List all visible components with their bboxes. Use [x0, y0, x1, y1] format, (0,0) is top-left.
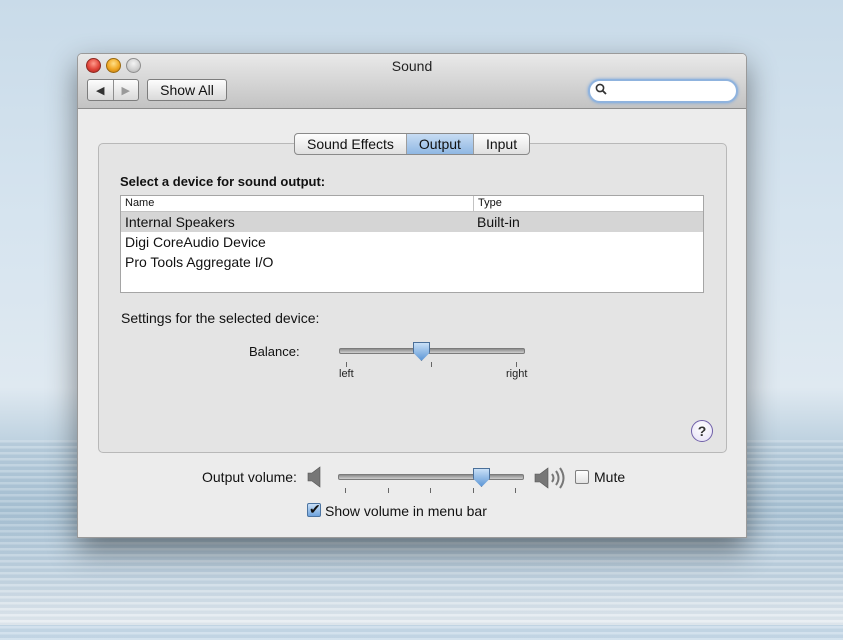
volume-track[interactable]	[338, 474, 524, 480]
balance-tick	[516, 362, 517, 367]
balance-slider[interactable]: left right	[339, 340, 528, 380]
mute-label: Mute	[594, 469, 626, 485]
back-forward-control: ◀ ▶	[87, 79, 139, 101]
checkmark-icon: ✔	[309, 501, 321, 517]
balance-label: Balance:	[249, 344, 300, 359]
volume-tick	[430, 488, 431, 493]
search-input[interactable]	[588, 79, 738, 103]
balance-left-label: left	[339, 368, 354, 380]
mute-checkbox[interactable]	[575, 470, 589, 484]
help-button[interactable]: ?	[691, 420, 713, 442]
table-row[interactable]: Pro Tools Aggregate I/O	[121, 252, 703, 272]
show-volume-in-menu-bar-label: Show volume in menu bar	[325, 503, 487, 519]
table-row[interactable]: Internal Speakers Built-in	[121, 212, 703, 232]
tab-input[interactable]: Input	[474, 134, 529, 154]
tab-bar: Sound Effects Output Input	[294, 133, 531, 155]
balance-slider-thumb[interactable]	[413, 342, 430, 361]
output-panel: Select a device for sound output: Name T…	[98, 143, 727, 453]
column-header-name[interactable]: Name	[121, 196, 474, 211]
device-name: Digi CoreAudio Device	[125, 234, 266, 250]
volume-slider-thumb[interactable]	[473, 468, 490, 487]
device-select-heading: Select a device for sound output:	[120, 174, 326, 189]
device-name: Pro Tools Aggregate I/O	[125, 254, 274, 270]
forward-button[interactable]: ▶	[114, 80, 139, 100]
speaker-high-icon	[534, 467, 565, 489]
device-table[interactable]: Name Type Internal Speakers Built-in Dig…	[120, 195, 704, 293]
device-type	[473, 252, 477, 272]
balance-right-label: right	[506, 368, 528, 380]
output-volume-label: Output volume:	[202, 469, 297, 485]
show-volume-in-menu-bar-checkbox[interactable]: ✔	[307, 501, 321, 517]
volume-tick	[473, 488, 474, 493]
back-button[interactable]: ◀	[88, 80, 114, 100]
output-volume-slider[interactable]	[338, 466, 524, 496]
device-settings-heading: Settings for the selected device:	[121, 310, 320, 326]
balance-tick	[346, 362, 347, 367]
window-title: Sound	[391, 58, 433, 74]
column-header-type[interactable]: Type	[474, 196, 502, 211]
volume-tick	[388, 488, 389, 493]
tab-sound-effects[interactable]: Sound Effects	[295, 134, 407, 154]
search-icon	[595, 83, 607, 95]
sound-preferences-window: Sound ◀ ▶ Show All Sound Effects Output …	[77, 53, 747, 538]
volume-tick	[515, 488, 516, 493]
volume-tick	[345, 488, 346, 493]
table-row[interactable]: Digi CoreAudio Device	[121, 232, 703, 252]
balance-track[interactable]	[339, 348, 525, 354]
device-type: Built-in	[477, 214, 520, 230]
device-type	[473, 232, 477, 252]
tab-output[interactable]: Output	[406, 134, 474, 154]
balance-tick	[431, 362, 432, 367]
table-header: Name Type	[121, 196, 703, 212]
titlebar: Sound ◀ ▶ Show All	[78, 54, 746, 109]
device-name: Internal Speakers	[125, 214, 235, 230]
speaker-low-icon	[307, 466, 321, 488]
show-all-button[interactable]: Show All	[147, 79, 227, 101]
